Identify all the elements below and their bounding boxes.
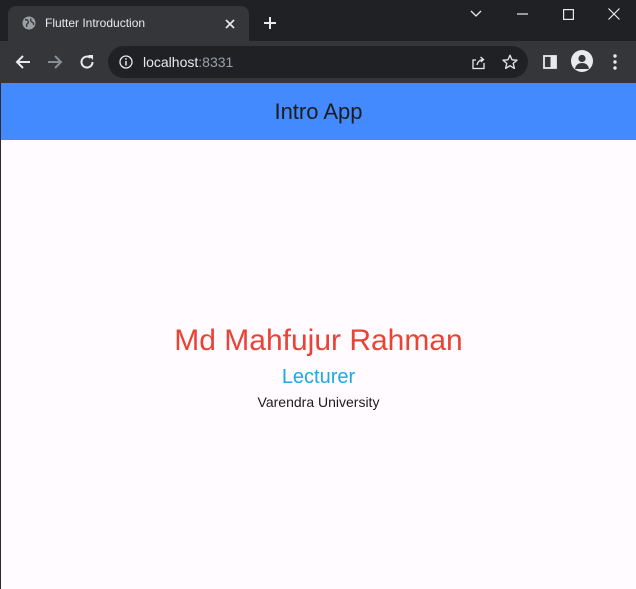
chevron-down-icon[interactable] bbox=[453, 0, 499, 28]
kebab-menu-icon[interactable] bbox=[603, 50, 627, 74]
url-text[interactable]: localhost:8331 bbox=[143, 54, 233, 70]
url-host: localhost bbox=[143, 54, 199, 70]
plus-icon bbox=[264, 17, 276, 29]
url-port: :8331 bbox=[198, 54, 234, 70]
back-arrow-icon[interactable] bbox=[11, 50, 35, 74]
app-page: Intro App Md Mahfujur Rahman Lecturer Va… bbox=[0, 83, 636, 589]
profile-name: Md Mahfujur Rahman bbox=[174, 324, 463, 357]
profile-info: Md Mahfujur Rahman Lecturer Varendra Uni… bbox=[1, 321, 636, 411]
profile-role: Lecturer bbox=[281, 366, 356, 388]
side-panel-icon[interactable] bbox=[538, 50, 562, 74]
profile-avatar-icon[interactable] bbox=[571, 50, 593, 72]
tab-title: Flutter Introduction bbox=[45, 16, 146, 30]
maximize-icon[interactable] bbox=[545, 0, 591, 28]
address-bar[interactable]: localhost:8331 bbox=[108, 46, 528, 78]
app-bar: Intro App bbox=[1, 83, 636, 140]
profile-organization: Varendra University bbox=[257, 394, 380, 410]
share-icon[interactable] bbox=[470, 54, 486, 70]
forward-arrow-icon[interactable] bbox=[43, 50, 67, 74]
reload-icon[interactable] bbox=[75, 50, 99, 74]
star-icon[interactable] bbox=[502, 54, 518, 70]
browser-tab[interactable]: Flutter Introduction bbox=[8, 6, 249, 41]
globe-icon bbox=[22, 16, 36, 30]
close-icon[interactable] bbox=[222, 16, 238, 32]
info-icon[interactable] bbox=[118, 54, 134, 70]
new-tab-button[interactable] bbox=[259, 12, 281, 34]
close-window-icon[interactable] bbox=[591, 0, 636, 28]
minimize-icon[interactable] bbox=[499, 0, 545, 28]
browser-titlebar: Flutter Introduction bbox=[0, 0, 636, 41]
browser-toolbar: localhost:8331 bbox=[0, 41, 636, 83]
app-bar-title: Intro App bbox=[274, 98, 363, 124]
